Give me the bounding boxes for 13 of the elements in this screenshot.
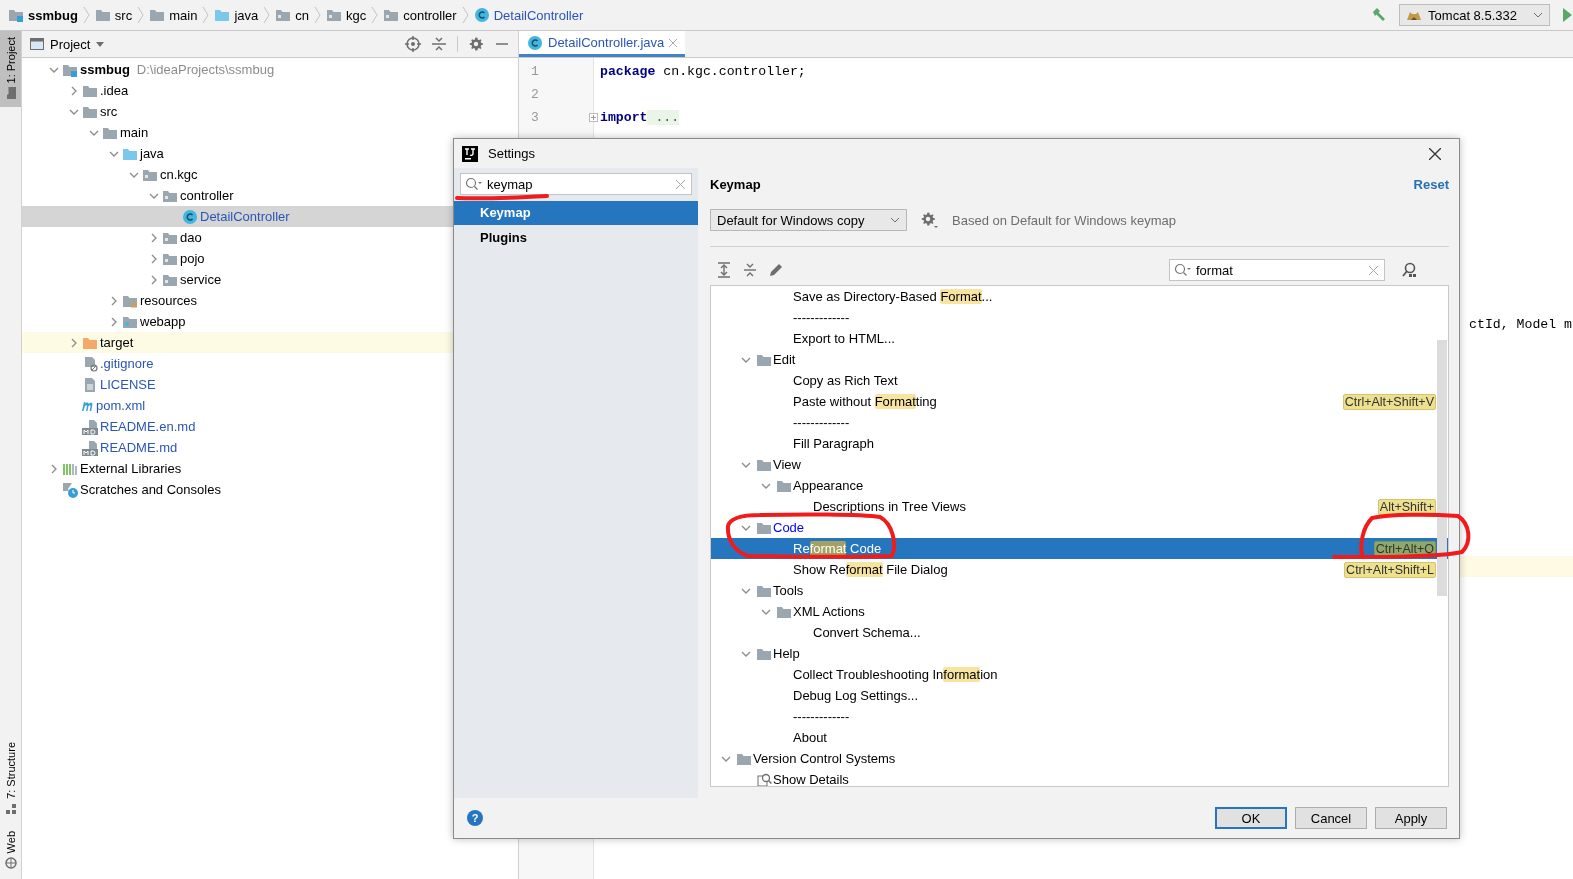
dialog-title: Settings xyxy=(488,146,535,161)
shortcut-label: Ctrl+Alt+Q xyxy=(1373,540,1436,557)
line-number: 1 xyxy=(530,63,540,81)
shortcut-label: Alt+Shift+ xyxy=(1377,498,1436,515)
code-line: package cn.kgc.controller; xyxy=(600,64,806,79)
keymap-description: Based on Default for Windows keymap xyxy=(952,212,1176,228)
line-number: 3 xyxy=(530,109,540,127)
line-number: 2 xyxy=(530,86,540,104)
code-line: import ... xyxy=(600,110,680,125)
shortcut-label: Ctrl+Alt+Shift+L xyxy=(1344,561,1436,578)
code-line: ctId, Model m xyxy=(1469,317,1572,332)
section-title: Keymap xyxy=(710,176,761,192)
shortcut-label: Ctrl+Alt+Shift+V xyxy=(1342,393,1436,410)
